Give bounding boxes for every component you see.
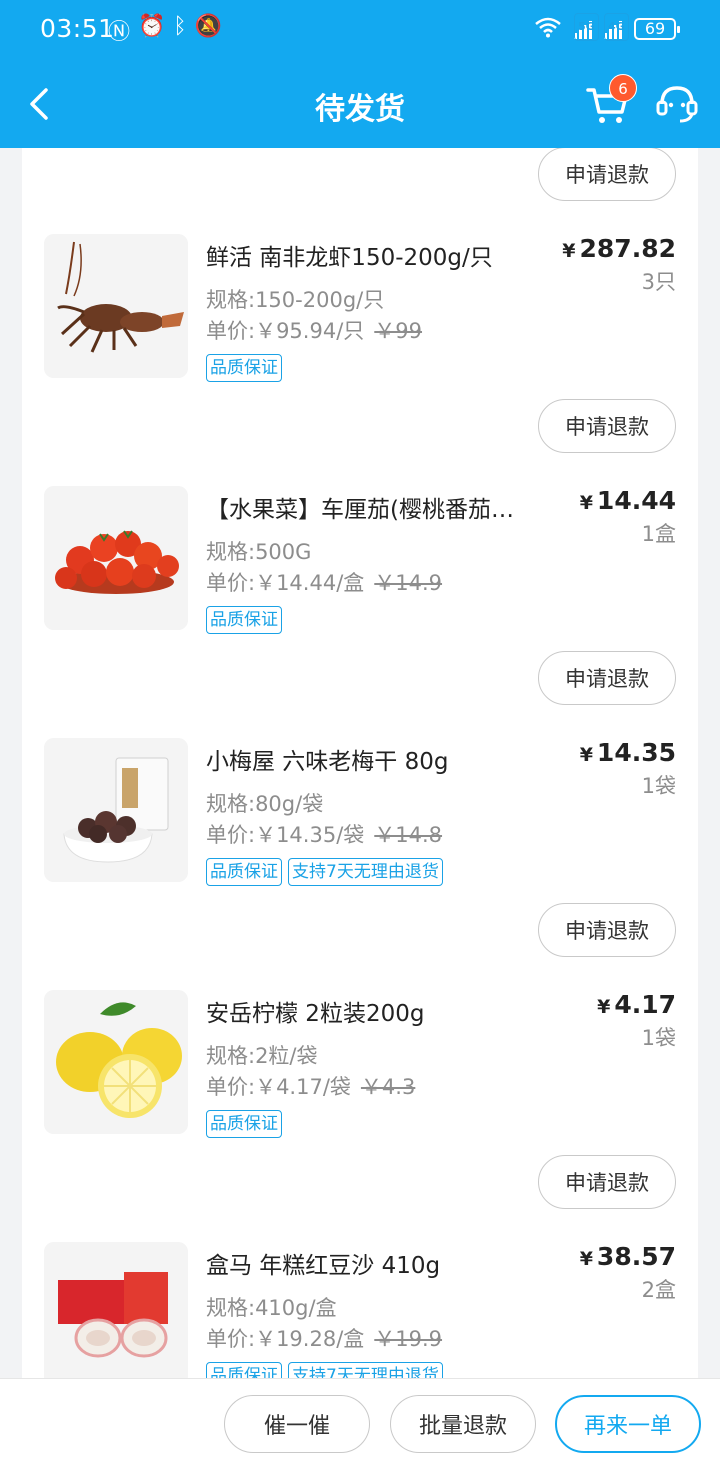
product-name: 安岳柠檬 2粒装200g [206, 1001, 425, 1027]
quality-tag: 品质保证 [206, 354, 282, 382]
quality-tag: 品质保证 [206, 606, 282, 634]
original-price: ￥99 [374, 319, 423, 343]
signal-4g-icon: 4G [604, 13, 629, 41]
product-spec: 规格:80g/袋 [206, 792, 324, 816]
item-price: ¥287.82 [562, 234, 676, 263]
refund-button[interactable]: 申请退款 [538, 399, 676, 453]
product-image-cherry-tomatoes [44, 486, 188, 630]
refund-button[interactable]: 申请退款 [538, 1155, 676, 1209]
unit-price: 单价:￥95.94/只 [206, 319, 365, 343]
status-right: 5G 4G 69 [534, 13, 680, 42]
item-quantity: 3只 [641, 270, 676, 294]
product-name: 盒马 年糕红豆沙 410g [206, 1253, 441, 1279]
bluetooth-icon: ᛒ [173, 14, 187, 39]
refund-button[interactable]: 申请退款 [538, 903, 676, 957]
item-price: ¥14.44 [579, 486, 676, 515]
order-item[interactable]: 安岳柠檬 2粒装200g 规格:2粒/袋 单价:￥4.17/袋 ￥4.3 品质保证… [22, 990, 698, 1140]
item-quantity: 1袋 [641, 774, 676, 798]
refund-button[interactable]: 申请退款 [538, 651, 676, 705]
headset-icon [656, 86, 698, 123]
unit-price-row: 单价:￥4.17/袋 ￥4.3 [206, 1071, 415, 1101]
product-spec: 规格:2粒/袋 [206, 1044, 318, 1068]
item-price: ¥14.35 [579, 738, 676, 767]
product-name: 小梅屋 六味老梅干 80g [206, 749, 449, 775]
status-time: 03:51 [40, 14, 115, 43]
tag-list: 品质保证 [206, 354, 282, 382]
status-icons: Ⓝ ⏰ ᛒ 🔕 [108, 14, 222, 46]
product-image-red-bean-rice-cake [44, 1242, 188, 1378]
product-name: 【水果菜】车厘茄(樱桃番茄… [206, 497, 514, 523]
bottom-action-bar: 催一催 批量退款 再来一单 [0, 1378, 720, 1469]
customer-service-button[interactable] [654, 80, 700, 126]
refund-button[interactable]: 申请退款 [538, 148, 676, 201]
tag-list: 品质保证 [206, 606, 282, 634]
urge-shipping-button[interactable]: 催一催 [224, 1395, 370, 1453]
unit-price-row: 单价:￥19.28/盒 ￥19.9 [206, 1323, 442, 1353]
quality-tag: 品质保证 [206, 858, 282, 886]
order-item[interactable]: 【水果菜】车厘茄(樱桃番茄… 规格:500G 单价:￥14.44/盒 ￥14.9 … [22, 486, 698, 636]
top-bar: 03:51 Ⓝ ⏰ ᛒ 🔕 5G 4G 69 待发货 6 [0, 0, 720, 148]
order-item[interactable]: 鲜活 南非龙虾150-200g/只 规格:150-200g/只 单价:￥95.9… [22, 234, 698, 384]
unit-price: 单价:￥14.44/盒 [206, 571, 365, 595]
item-quantity: 1盒 [641, 522, 676, 546]
order-items-card: 申请退款 鲜活 南非龙虾150-200g/只 规格:150-200g/只 单价:… [22, 148, 698, 1378]
item-price: ¥4.17 [597, 990, 676, 1019]
wifi-icon [534, 16, 562, 42]
unit-price-row: 单价:￥95.94/只 ￥99 [206, 315, 422, 345]
product-image-lemons [44, 990, 188, 1134]
quality-tag: 品质保证 [206, 1110, 282, 1138]
tag-list: 品质保证 支持7天无理由退货 [206, 858, 443, 886]
return-policy-tag: 支持7天无理由退货 [288, 858, 443, 886]
item-quantity: 1袋 [641, 1026, 676, 1050]
product-image-dried-plums [44, 738, 188, 882]
original-price: ￥14.8 [374, 823, 443, 847]
unit-price-row: 单价:￥14.35/袋 ￥14.8 [206, 819, 442, 849]
cart-count-badge: 6 [609, 74, 637, 102]
unit-price: 单价:￥19.28/盒 [206, 1327, 365, 1351]
mute-icon: 🔕 [194, 14, 223, 39]
batch-refund-button[interactable]: 批量退款 [390, 1395, 536, 1453]
status-bar: 03:51 Ⓝ ⏰ ᛒ 🔕 5G 4G 69 [0, 0, 720, 62]
unit-price: 单价:￥4.17/袋 [206, 1075, 351, 1099]
product-spec: 规格:150-200g/只 [206, 288, 385, 312]
order-item[interactable]: 盒马 年糕红豆沙 410g 规格:410g/盒 单价:￥19.28/盒 ￥19.9… [22, 1242, 698, 1378]
product-spec: 规格:500G [206, 540, 312, 564]
return-policy-tag: 支持7天无理由退货 [288, 1362, 443, 1378]
product-name: 鲜活 南非龙虾150-200g/只 [206, 245, 493, 271]
battery-icon: 69 [634, 18, 680, 40]
tag-list: 品质保证 [206, 1110, 282, 1138]
original-price: ￥14.9 [374, 571, 443, 595]
order-item[interactable]: 小梅屋 六味老梅干 80g 规格:80g/袋 单价:￥14.35/袋 ￥14.8 … [22, 738, 698, 888]
product-spec: 规格:410g/盒 [206, 1296, 337, 1320]
nfc-icon: Ⓝ [108, 20, 131, 45]
product-image-lobster [44, 234, 188, 378]
unit-price-row: 单价:￥14.44/盒 ￥14.9 [206, 567, 442, 597]
signal-5g-icon: 5G [574, 13, 599, 41]
original-price: ￥19.9 [374, 1327, 443, 1351]
tag-list: 品质保证 支持7天无理由退货 [206, 1362, 443, 1378]
quality-tag: 品质保证 [206, 1362, 282, 1378]
item-price: ¥38.57 [579, 1242, 676, 1271]
original-price: ￥4.3 [360, 1075, 416, 1099]
unit-price: 单价:￥14.35/袋 [206, 823, 365, 847]
reorder-button[interactable]: 再来一单 [555, 1395, 701, 1453]
alarm-icon: ⏰ [138, 14, 166, 39]
item-quantity: 2盒 [641, 1278, 676, 1302]
